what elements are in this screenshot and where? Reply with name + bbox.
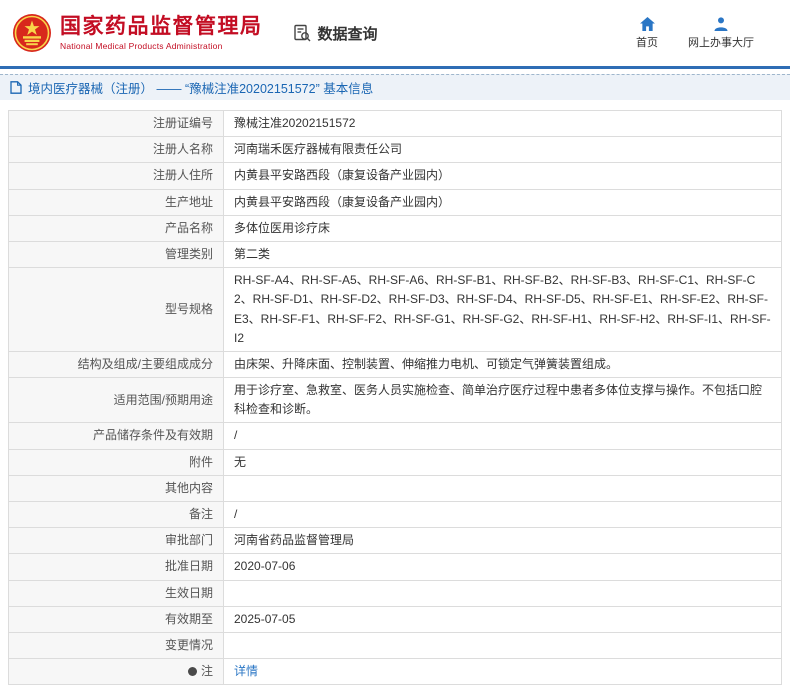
row-value: 2020-07-06 [223,553,782,581]
table-row: 注册证编号 豫械注准20202151572 [8,109,782,138]
table-row: 产品名称 多体位医用诊疗床 [8,214,782,242]
breadcrumb-text: 境内医疗器械（注册） —— “豫械注准20202151572” 基本信息 [28,82,374,96]
row-value: 多体位医用诊疗床 [223,214,782,242]
row-value [223,631,782,660]
detail-link[interactable]: 详情 [234,664,258,678]
row-label: 型号规格 [8,267,224,352]
table-row: 型号规格 RH-SF-A4、RH-SF-A5、RH-SF-A6、RH-SF-B1、… [8,267,782,352]
row-value: 豫械注准20202151572 [223,109,782,138]
row-value: RH-SF-A4、RH-SF-A5、RH-SF-A6、RH-SF-B1、RH-S… [223,267,782,352]
row-value [223,474,782,503]
note-icon [187,667,197,677]
row-label: 产品名称 [8,214,224,242]
row-label: 审批部门 [8,527,224,555]
person-icon [714,16,728,31]
row-label: 注册人名称 [8,136,224,164]
nav-data-query-label: 数据查询 [317,25,378,43]
row-label: 其他内容 [8,474,224,503]
brand[interactable]: 国家药品监督管理局 National Medical Products Admi… [12,13,263,53]
row-label: 附件 [8,448,224,476]
table-row: 生效日期 [8,579,782,607]
row-label: 结构及组成/主要组成成分 [8,350,224,379]
row-label: 有效期至 [8,605,224,633]
row-label: 注册证编号 [8,109,224,138]
row-label: 变更情况 [8,631,224,660]
table-row: 变更情况 [8,631,782,660]
row-value: 2025-07-05 [223,605,782,633]
row-value: 由床架、升降床面、控制装置、伸缩推力电机、可锁定气弹簧装置组成。 [223,350,782,379]
nav-data-query[interactable]: 数据查询 [293,23,378,44]
table-row: 审批部门 河南省药品监督管理局 [8,527,782,555]
table-row: 备注 / [8,500,782,529]
row-value: 无 [223,448,782,476]
row-value [223,579,782,607]
table-row: 适用范围/预期用途 用于诊疗室、急救室、医务人员实施检查、简单治疗医疗过程中患者多… [8,377,782,424]
nav-home[interactable]: 首页 [636,16,658,50]
data-query-icon [293,24,312,43]
row-value: 河南瑞禾医疗器械有限责任公司 [223,136,782,164]
row-label: 适用范围/预期用途 [8,377,224,424]
nav-online-hall[interactable]: 网上办事大厅 [688,16,754,50]
org-name-en: National Medical Products Administration [60,41,223,52]
brand-text: 国家药品监督管理局 National Medical Products Admi… [60,15,263,51]
table-row: 注详情 [8,658,782,686]
national-emblem-logo [12,13,52,53]
nav-online-hall-label: 网上办事大厅 [688,36,754,49]
row-value: 内黄县平安路西段（康复设备产业园内） [223,162,782,190]
table-row: 产品储存条件及有效期 / [8,422,782,450]
row-label: 生产地址 [8,188,224,216]
row-label: 注 [8,658,224,686]
table-row: 结构及组成/主要组成成分 由床架、升降床面、控制装置、伸缩推力电机、可锁定气弹簧装… [8,350,782,379]
home-icon [639,16,655,31]
info-table-body: 注册证编号 豫械注准20202151572 注册人名称 河南瑞禾医疗器械有限责任公司注… [8,109,782,686]
registration-info-table: 注册证编号 豫械注准20202151572 注册人名称 河南瑞禾医疗器械有限责任公司注… [8,109,782,686]
site-header: 国家药品监督管理局 National Medical Products Admi… [0,0,790,66]
header-right-nav: 首页 网上办事大厅 [636,16,776,50]
row-value: 第二类 [223,240,782,269]
row-label: 备注 [8,500,224,529]
row-label: 管理类别 [8,240,224,269]
row-label: 批准日期 [8,553,224,581]
table-row: 有效期至 2025-07-05 [8,605,782,633]
header-divider [0,66,790,69]
table-row: 注册人住所 内黄县平安路西段（康复设备产业园内） [8,162,782,190]
table-row: 其他内容 [8,474,782,503]
row-value: 内黄县平安路西段（康复设备产业园内） [223,188,782,216]
table-row: 附件无 [8,448,782,476]
row-value: / [223,422,782,450]
document-icon [10,81,22,94]
table-row: 生产地址 内黄县平安路西段（康复设备产业园内） [8,188,782,216]
row-label: 注册人住所 [8,162,224,190]
row-label: 生效日期 [8,579,224,607]
table-row: 注册人名称 河南瑞禾医疗器械有限责任公司 [8,136,782,164]
org-name-cn: 国家药品监督管理局 [60,14,263,38]
row-value: 详情 [223,658,782,686]
row-label: 产品储存条件及有效期 [8,422,224,450]
row-value: 用于诊疗室、急救室、医务人员实施检查、简单治疗医疗过程中患者多体位支撑与操作。不… [223,377,782,424]
nav-home-label: 首页 [636,36,658,49]
row-value: / [223,500,782,529]
table-row: 批准日期 2020-07-06 [8,553,782,581]
table-row: 管理类别 第二类 [8,240,782,269]
breadcrumb: 境内医疗器械（注册） —— “豫械注准20202151572” 基本信息 [0,74,790,100]
row-value: 河南省药品监督管理局 [223,527,782,555]
